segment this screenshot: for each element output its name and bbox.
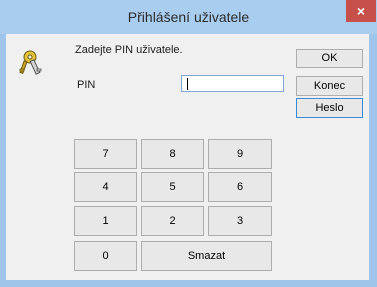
key-8-button[interactable]: 8	[141, 139, 204, 169]
pin-prompt: Zadejte PIN uživatele.	[75, 44, 183, 56]
key-3-button[interactable]: 3	[208, 206, 272, 236]
text-caret	[187, 78, 188, 90]
key-0-button[interactable]: 0	[74, 241, 137, 271]
exit-button[interactable]: Konec	[296, 76, 363, 96]
key-7-button[interactable]: 7	[74, 139, 137, 169]
dialog-body: Zadejte PIN uživatele. PIN OK Konec Hesl…	[6, 34, 369, 280]
key-5-button[interactable]: 5	[141, 172, 204, 202]
keys-icon	[19, 50, 42, 75]
password-button[interactable]: Heslo	[296, 98, 363, 118]
title-bar[interactable]: Přihlášení uživatele ×	[0, 0, 377, 34]
clear-button[interactable]: Smazat	[141, 241, 272, 271]
key-2-button[interactable]: 2	[141, 206, 204, 236]
window-title: Přihlášení uživatele	[127, 9, 250, 25]
key-4-button[interactable]: 4	[74, 172, 137, 202]
ok-button[interactable]: OK	[296, 49, 363, 68]
key-1-button[interactable]: 1	[74, 206, 137, 236]
key-9-button[interactable]: 9	[208, 139, 272, 169]
pin-input[interactable]	[181, 75, 284, 92]
pin-label: PIN	[77, 79, 96, 91]
key-6-button[interactable]: 6	[208, 172, 272, 202]
close-button[interactable]: ×	[346, 0, 376, 22]
login-dialog-window: Přihlášení uživatele × Zadejte PIN uživa…	[0, 0, 377, 287]
